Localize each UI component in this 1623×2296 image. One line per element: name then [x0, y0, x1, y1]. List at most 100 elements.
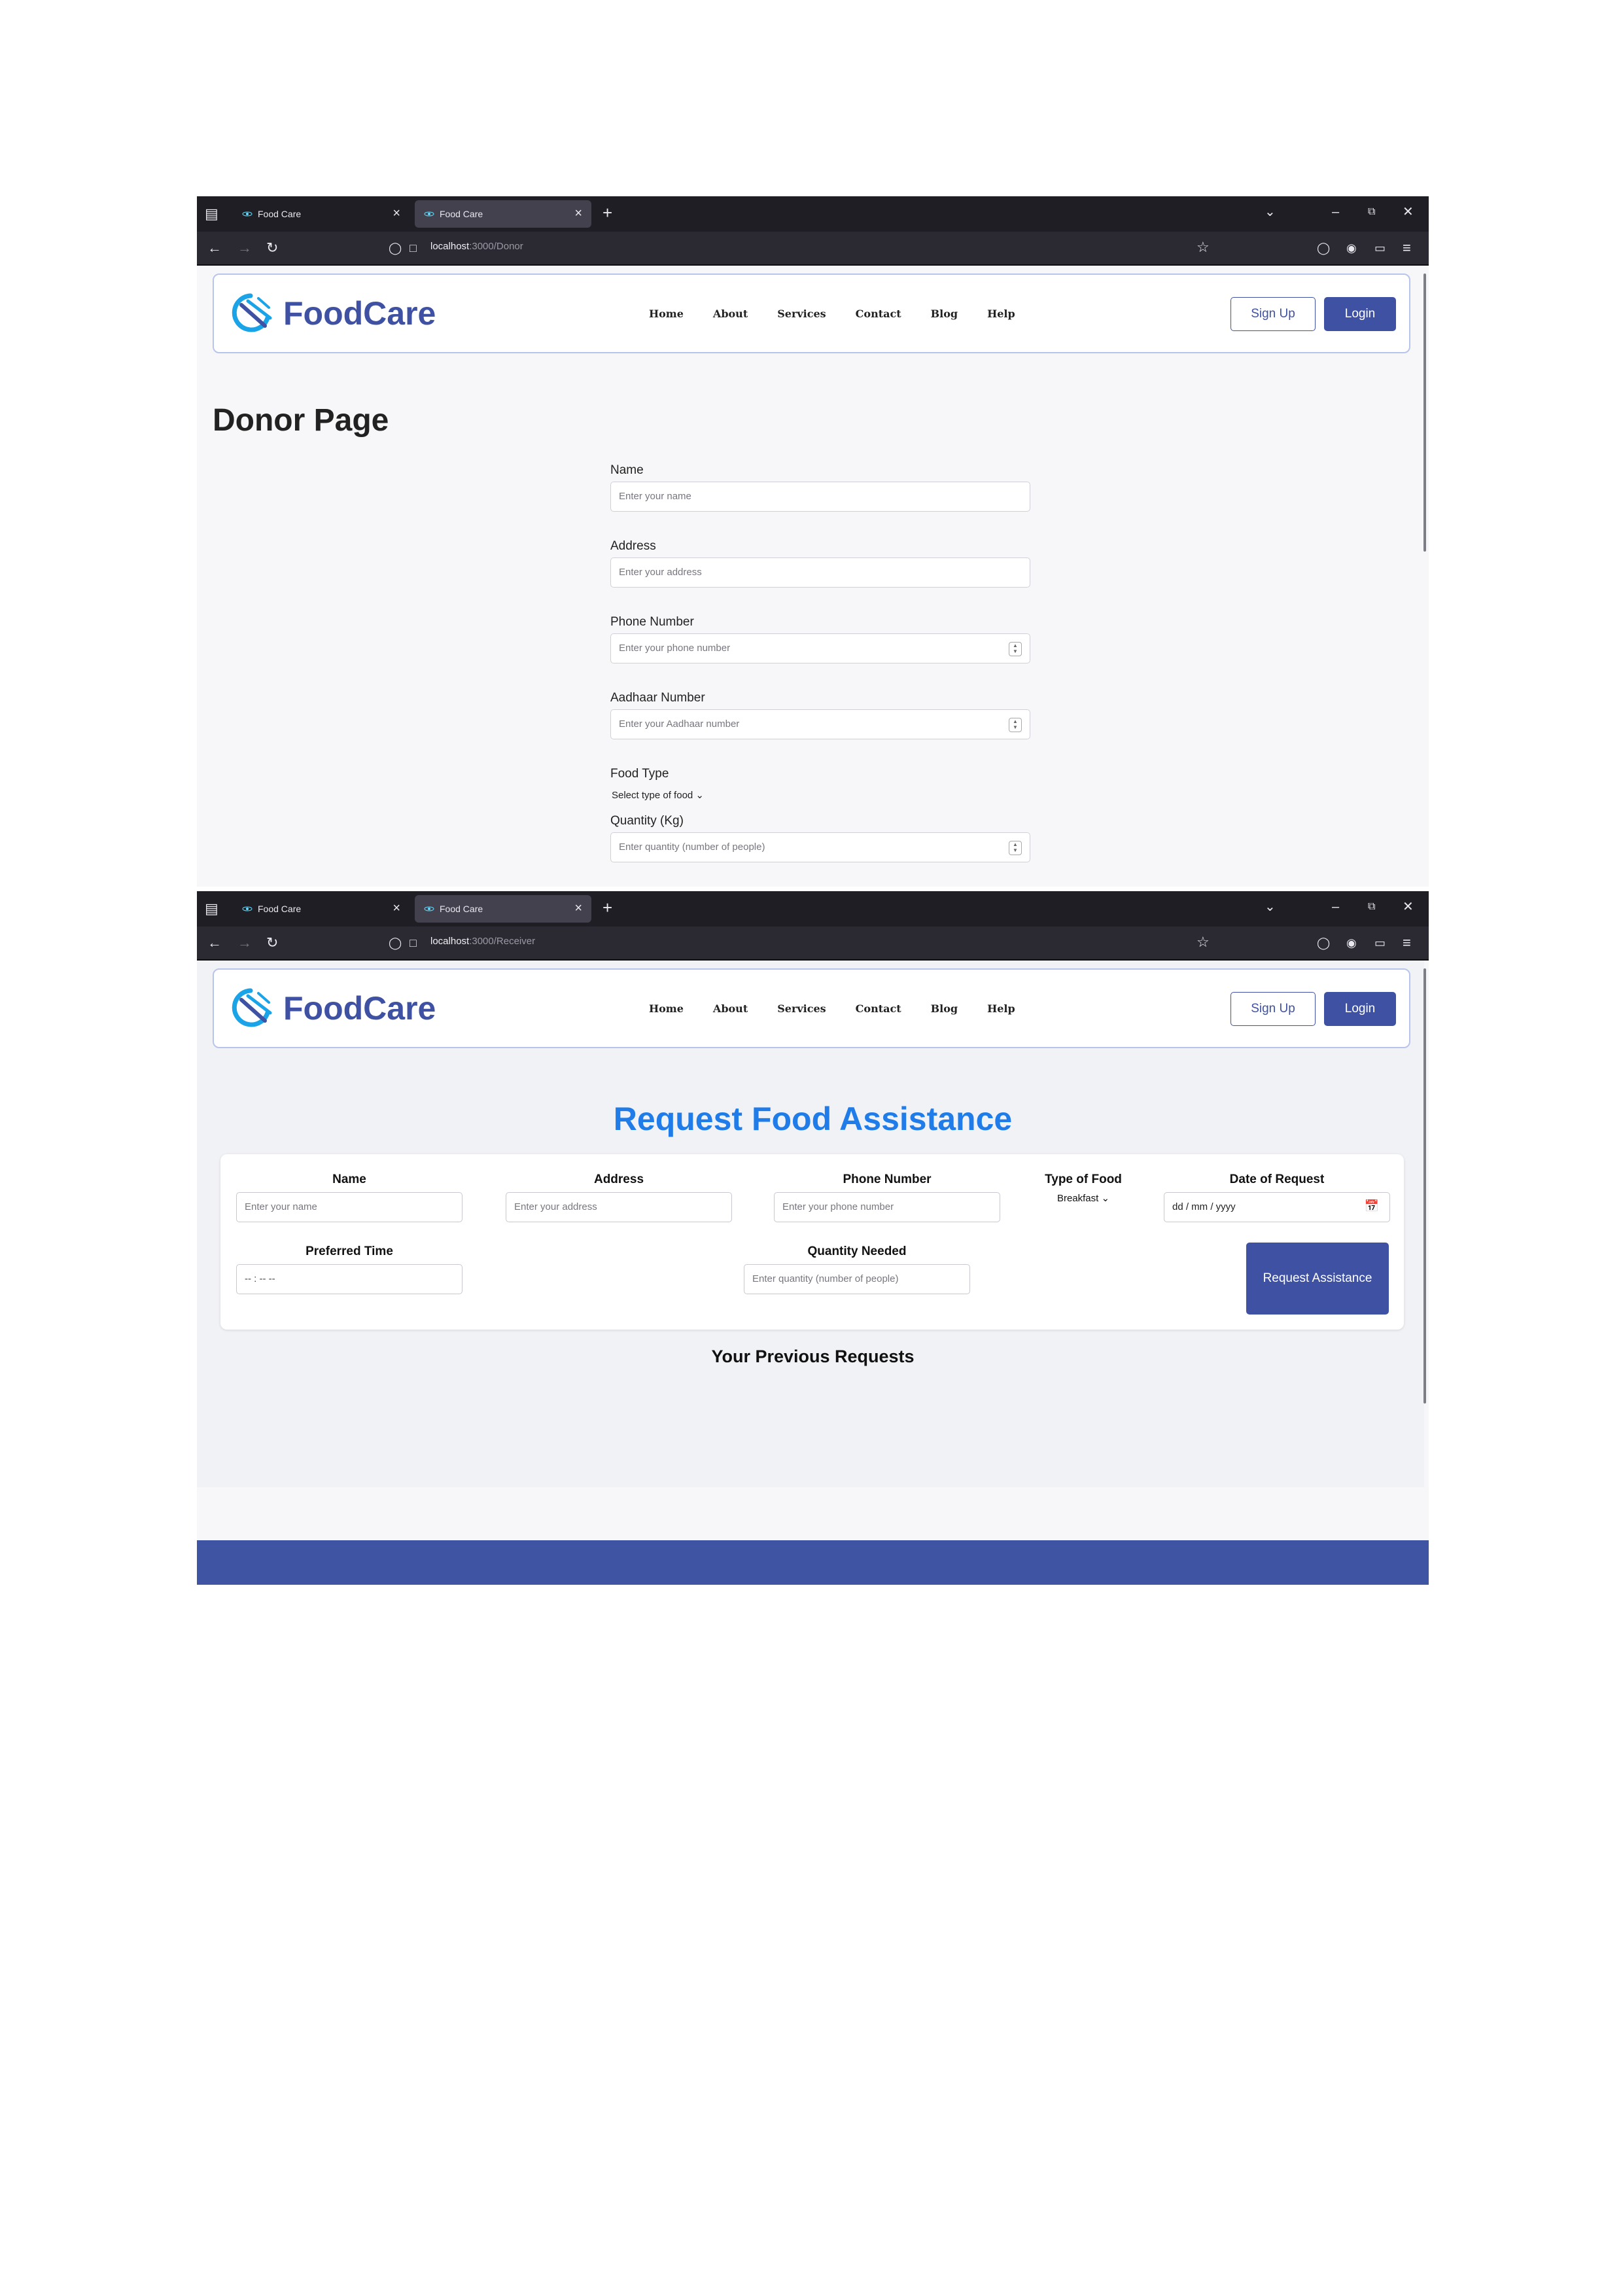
- forward-arrow-icon[interactable]: →: [237, 936, 252, 950]
- tab-title: Food Care: [440, 209, 483, 219]
- reload-icon[interactable]: ↻: [266, 936, 278, 950]
- browser-url-bar: ← → ↻ ◯ □ ☆ ◯ ◉ ▭ ≡: [197, 232, 1429, 264]
- close-window-icon[interactable]: ✕: [1403, 205, 1414, 219]
- aadhaar-placeholder: Enter your Aadhaar number: [619, 718, 740, 730]
- food-type-select[interactable]: Breakfast ⌄: [1034, 1192, 1132, 1204]
- extensions-icon[interactable]: ▭: [1374, 936, 1386, 950]
- minimize-icon[interactable]: –: [1332, 205, 1339, 219]
- forward-arrow-icon[interactable]: →: [237, 241, 252, 255]
- account-icon[interactable]: ◉: [1346, 936, 1357, 950]
- nav-blog[interactable]: Blog: [931, 308, 958, 320]
- close-tab-icon[interactable]: ×: [574, 206, 582, 221]
- nav-about[interactable]: About: [713, 308, 748, 320]
- browser-tab[interactable]: Food Care ×: [233, 200, 410, 228]
- back-arrow-icon[interactable]: ←: [207, 241, 222, 255]
- bookmark-star-icon[interactable]: ☆: [1196, 240, 1210, 255]
- close-window-icon[interactable]: ✕: [1403, 900, 1414, 913]
- menu-icon[interactable]: ≡: [1403, 241, 1411, 255]
- nav-home[interactable]: Home: [649, 1002, 684, 1015]
- close-tab-icon[interactable]: ×: [393, 206, 400, 221]
- site-navbar: FoodCare Home About Services Contact Blo…: [213, 274, 1410, 353]
- restore-icon[interactable]: ⧉: [1368, 900, 1375, 913]
- login-button[interactable]: Login: [1324, 992, 1396, 1026]
- browser-tab-active[interactable]: Food Care ×: [415, 200, 591, 228]
- pocket-icon[interactable]: ◯: [1317, 241, 1330, 255]
- address-input[interactable]: Enter your address: [506, 1192, 732, 1222]
- date-input[interactable]: dd / mm / yyyy 📅: [1164, 1192, 1390, 1222]
- scrollbar[interactable]: [1423, 274, 1426, 552]
- page-title: Request Food Assistance: [613, 1101, 1013, 1137]
- address-label: Address: [593, 1173, 644, 1186]
- nav-blog[interactable]: Blog: [931, 1002, 958, 1015]
- shield-icon[interactable]: ◯: [389, 241, 402, 255]
- spinner-icon[interactable]: ▲ ▼: [1009, 642, 1022, 656]
- nav-about[interactable]: About: [713, 1002, 748, 1015]
- brand-name[interactable]: FoodCare: [283, 294, 436, 332]
- chrome-divider: [197, 959, 1429, 961]
- close-tab-icon[interactable]: ×: [574, 901, 582, 916]
- browser-tab[interactable]: Food Care ×: [233, 895, 410, 923]
- address-input[interactable]: Enter your address: [610, 557, 1030, 588]
- page-icon: □: [410, 936, 417, 949]
- restore-icon[interactable]: ⧉: [1368, 205, 1375, 219]
- quantity-label: Quantity Needed: [807, 1245, 907, 1258]
- scrollbar[interactable]: [1423, 968, 1426, 1404]
- name-label: Name: [610, 463, 644, 477]
- quantity-placeholder: Enter quantity (number of people): [619, 841, 765, 853]
- back-arrow-icon[interactable]: ←: [207, 936, 222, 950]
- pocket-icon[interactable]: ◯: [1317, 936, 1330, 950]
- extensions-icon[interactable]: ▭: [1374, 241, 1386, 255]
- name-placeholder: Enter your name: [619, 491, 691, 502]
- list-tabs-chevron-icon[interactable]: ⌄: [1265, 900, 1276, 913]
- menu-icon[interactable]: ≡: [1403, 936, 1411, 950]
- food-type-select[interactable]: Select type of food ⌄: [612, 789, 704, 801]
- phone-input[interactable]: Enter your phone number: [774, 1192, 1000, 1222]
- time-input[interactable]: -- : -- --: [236, 1264, 462, 1294]
- phone-input[interactable]: Enter your phone number ▲ ▼: [610, 633, 1030, 663]
- quantity-input[interactable]: Enter quantity (number of people): [744, 1264, 970, 1294]
- quantity-input[interactable]: Enter quantity (number of people) ▲ ▼: [610, 832, 1030, 862]
- nav-help[interactable]: Help: [987, 308, 1015, 320]
- signup-button[interactable]: Sign Up: [1230, 992, 1316, 1026]
- aadhaar-input[interactable]: Enter your Aadhaar number ▲ ▼: [610, 709, 1030, 739]
- site-navbar: FoodCare Home About Services Contact Blo…: [213, 968, 1410, 1048]
- url-path: :3000/Donor: [469, 241, 523, 252]
- calendar-icon[interactable]: 📅: [1365, 1199, 1379, 1213]
- bookmark-star-icon[interactable]: ☆: [1196, 935, 1210, 949]
- nav-home[interactable]: Home: [649, 308, 684, 320]
- browser-url-bar: ← → ↻ ◯ □ ☆ ◯ ◉ ▭ ≡: [197, 927, 1429, 959]
- minimize-icon[interactable]: –: [1332, 900, 1339, 913]
- nav-help[interactable]: Help: [987, 1002, 1015, 1015]
- food-type-label: Food Type: [610, 767, 669, 781]
- food-type-label: Type of Food: [1045, 1173, 1122, 1186]
- shield-icon[interactable]: ◯: [389, 936, 402, 950]
- request-assistance-button[interactable]: Request Assistance: [1246, 1243, 1389, 1315]
- nav-contact[interactable]: Contact: [856, 308, 901, 320]
- name-input[interactable]: Enter your name: [610, 482, 1030, 512]
- account-icon[interactable]: ◉: [1346, 241, 1357, 255]
- nav-services[interactable]: Services: [777, 1002, 826, 1015]
- close-tab-icon[interactable]: ×: [393, 901, 400, 916]
- url-text[interactable]: localhost:3000/Receiver: [430, 936, 535, 947]
- address-placeholder: Enter your address: [619, 567, 702, 578]
- brand-name[interactable]: FoodCare: [283, 989, 436, 1027]
- list-tabs-chevron-icon[interactable]: ⌄: [1265, 205, 1276, 219]
- tab-overview-icon[interactable]: ▤: [205, 902, 218, 916]
- url-host: localhost: [430, 936, 470, 947]
- spinner-icon[interactable]: ▲ ▼: [1009, 718, 1022, 732]
- new-tab-icon[interactable]: +: [602, 899, 612, 916]
- nav-contact[interactable]: Contact: [856, 1002, 901, 1015]
- browser-tab-active[interactable]: Food Care ×: [415, 895, 591, 923]
- name-input[interactable]: Enter your name: [236, 1192, 462, 1222]
- nav-services[interactable]: Services: [777, 308, 826, 320]
- tab-overview-icon[interactable]: ▤: [205, 207, 218, 221]
- phone-placeholder: Enter your phone number: [782, 1201, 894, 1212]
- login-button[interactable]: Login: [1324, 297, 1396, 331]
- signup-button[interactable]: Sign Up: [1230, 297, 1316, 331]
- spinner-icon[interactable]: ▲ ▼: [1009, 841, 1022, 855]
- url-text[interactable]: localhost:3000/Donor: [430, 241, 523, 252]
- react-favicon-icon: [424, 906, 434, 911]
- reload-icon[interactable]: ↻: [266, 241, 278, 255]
- new-tab-icon[interactable]: +: [602, 204, 612, 221]
- url-host: localhost: [430, 241, 470, 252]
